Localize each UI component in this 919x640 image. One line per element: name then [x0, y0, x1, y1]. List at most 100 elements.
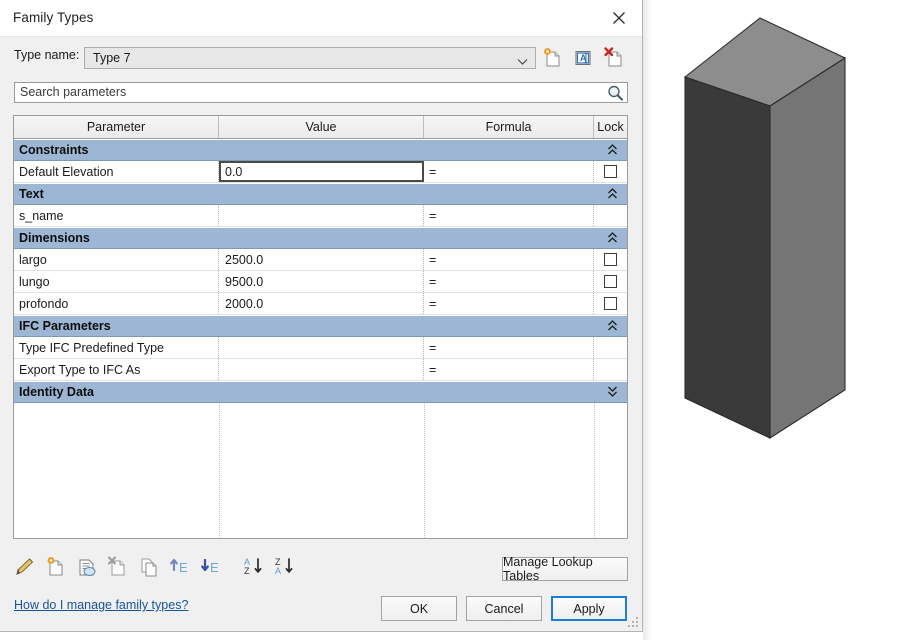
help-link[interactable]: How do I manage family types? — [14, 598, 188, 612]
double-chevron-up-icon[interactable] — [607, 231, 618, 247]
duplicate-parameter-icon[interactable] — [138, 556, 160, 580]
new-type-icon[interactable] — [541, 47, 563, 69]
cell-parameter: s_name — [14, 205, 219, 226]
resize-grip[interactable] — [627, 616, 639, 628]
cell-value[interactable] — [219, 205, 424, 226]
cell-parameter: Default Elevation — [14, 161, 219, 182]
type-name-label: Type name: — [14, 48, 80, 62]
table-row[interactable]: Type IFC Predefined Type = — [14, 337, 627, 359]
cell-value[interactable]: 9500.0 — [219, 271, 424, 292]
cell-value[interactable]: 2500.0 — [219, 249, 424, 270]
box-right-face — [769, 56, 846, 440]
section-header-text[interactable]: Text — [14, 183, 627, 205]
column-header-parameter[interactable]: Parameter — [14, 116, 219, 138]
grid-header-row: Parameter Value Formula Lock — [14, 116, 627, 139]
double-chevron-up-icon[interactable] — [607, 319, 618, 335]
svg-text:E: E — [179, 560, 188, 575]
section-header-identity-data[interactable]: Identity Data — [14, 381, 627, 403]
section-title: IFC Parameters — [19, 319, 111, 333]
cell-lock — [594, 337, 627, 358]
type-name-combobox[interactable]: Type 7 — [84, 47, 536, 69]
column-divider — [424, 403, 425, 538]
cell-formula[interactable]: = — [424, 249, 594, 270]
column-header-value[interactable]: Value — [219, 116, 424, 138]
table-row[interactable]: lungo 9500.0 = — [14, 271, 627, 293]
sort-ascending-icon[interactable]: A Z — [243, 556, 265, 580]
column-header-formula[interactable]: Formula — [424, 116, 594, 138]
dialog-titlebar[interactable]: Family Types — [0, 0, 642, 37]
dialog-title: Family Types — [13, 10, 94, 25]
cell-lock — [594, 359, 627, 380]
cell-parameter: Type IFC Predefined Type — [14, 337, 219, 358]
section-title: Dimensions — [19, 231, 90, 245]
table-row[interactable]: s_name = — [14, 205, 627, 227]
cell-value[interactable] — [219, 337, 424, 358]
new-global-parameter-icon[interactable] — [76, 556, 98, 580]
remove-parameter-icon[interactable] — [107, 556, 129, 580]
cell-formula[interactable]: = — [424, 359, 594, 380]
cell-parameter: Export Type to IFC As — [14, 359, 219, 380]
lock-checkbox[interactable] — [604, 253, 617, 266]
table-row[interactable]: Export Type to IFC As = — [14, 359, 627, 381]
cell-formula[interactable]: = — [424, 205, 594, 226]
lock-checkbox[interactable] — [604, 165, 617, 178]
close-icon[interactable] — [596, 0, 642, 36]
apply-button[interactable]: Apply — [551, 596, 627, 621]
delete-type-icon[interactable] — [603, 47, 625, 69]
parameters-grid[interactable]: Parameter Value Formula Lock Constraints… — [13, 115, 628, 539]
cell-formula[interactable]: = — [424, 161, 594, 182]
cell-lock[interactable] — [594, 161, 627, 182]
family-types-dialog: Family Types Type name: Type 7 A Search … — [0, 0, 643, 632]
new-parameter-icon[interactable] — [45, 556, 67, 580]
section-header-constraints[interactable]: Constraints — [14, 139, 627, 161]
cell-lock[interactable] — [594, 249, 627, 270]
chevron-down-icon — [517, 55, 528, 69]
double-chevron-up-icon[interactable] — [607, 143, 618, 159]
lock-checkbox[interactable] — [604, 275, 617, 288]
section-header-ifc-parameters[interactable]: IFC Parameters — [14, 315, 627, 337]
type-actions-group: A — [541, 47, 625, 69]
section-title: Text — [19, 187, 44, 201]
cell-lock[interactable] — [594, 293, 627, 314]
double-chevron-down-icon[interactable] — [607, 385, 618, 401]
column-divider — [594, 403, 595, 538]
svg-text:Z: Z — [244, 566, 250, 576]
cell-value[interactable] — [219, 359, 424, 380]
cancel-button[interactable]: Cancel — [466, 596, 542, 621]
move-parameter-up-icon[interactable]: E — [169, 556, 191, 580]
search-placeholder: Search parameters — [20, 85, 127, 99]
cell-parameter: lungo — [14, 271, 219, 292]
section-header-dimensions[interactable]: Dimensions — [14, 227, 627, 249]
section-title: Constraints — [19, 143, 89, 157]
cell-value[interactable]: 2000.0 — [219, 293, 424, 314]
table-row[interactable]: Default Elevation 0.0 = — [14, 161, 627, 183]
grid-empty-area — [14, 403, 627, 538]
edit-parameter-icon[interactable] — [14, 556, 36, 580]
ok-button[interactable]: OK — [381, 596, 457, 621]
type-name-value: Type 7 — [93, 51, 131, 65]
cell-lock[interactable] — [594, 271, 627, 292]
cell-formula[interactable]: = — [424, 337, 594, 358]
manage-lookup-tables-button[interactable]: Manage Lookup Tables — [502, 555, 628, 583]
column-divider — [219, 403, 220, 538]
model-viewport[interactable] — [643, 0, 919, 640]
cell-parameter: profondo — [14, 293, 219, 314]
table-row[interactable]: profondo 2000.0 = — [14, 293, 627, 315]
double-chevron-up-icon[interactable] — [607, 187, 618, 203]
table-row[interactable]: largo 2500.0 = — [14, 249, 627, 271]
cell-formula[interactable]: = — [424, 271, 594, 292]
cell-value[interactable]: 0.0 — [219, 161, 424, 182]
sort-descending-icon[interactable]: Z A — [274, 556, 296, 580]
cell-parameter: largo — [14, 249, 219, 270]
search-icon[interactable] — [606, 84, 625, 106]
extruded-box-model[interactable] — [643, 0, 919, 640]
svg-text:E: E — [210, 560, 219, 575]
rename-type-icon[interactable]: A — [572, 47, 594, 69]
cell-lock — [594, 205, 627, 226]
box-left-face — [684, 76, 771, 439]
lock-checkbox[interactable] — [604, 297, 617, 310]
search-parameters-field[interactable]: Search parameters — [14, 82, 628, 103]
column-header-lock[interactable]: Lock — [594, 116, 627, 138]
cell-formula[interactable]: = — [424, 293, 594, 314]
move-parameter-down-icon[interactable]: E — [200, 556, 222, 580]
